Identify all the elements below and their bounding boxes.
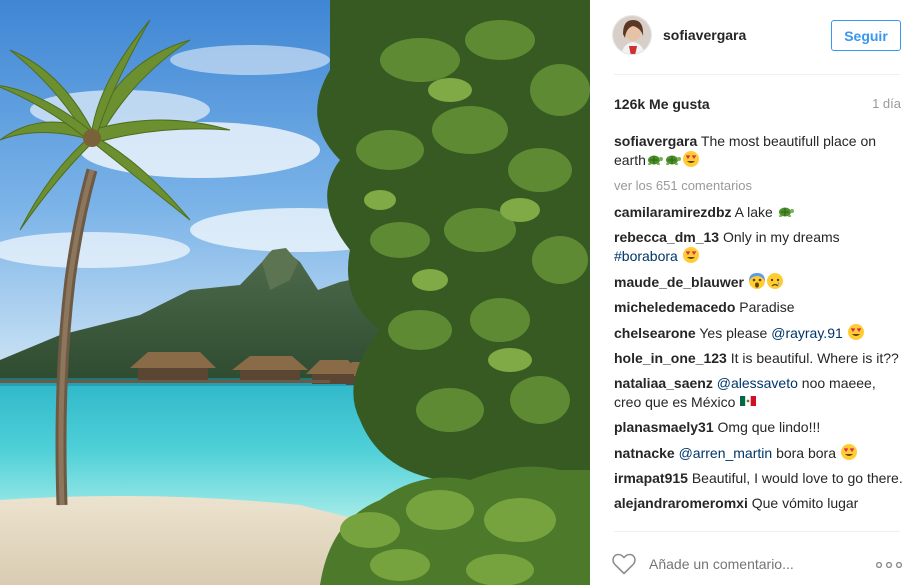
- comment-text: Yes please: [699, 325, 768, 341]
- likes-count[interactable]: 126k Me gusta: [614, 96, 710, 112]
- comment-item: rebecca_dm_13 Only in my dreams #borabor…: [614, 228, 903, 265]
- comment-item: nataliaa_saenz @alessaveto noo maeee, cr…: [614, 374, 903, 411]
- comment-username[interactable]: irmapat915: [614, 470, 688, 486]
- comment-username[interactable]: planasmaely31: [614, 419, 714, 435]
- comment-text: bora bora: [776, 445, 836, 461]
- comment-item: planasmaely31 Omg que lindo!!!: [614, 418, 903, 436]
- comment-item: chelsearone Yes please @rayray.91: [614, 323, 903, 342]
- heart-eyes-emoji: [840, 444, 857, 460]
- comment-text: Omg que lindo!!!: [717, 419, 821, 435]
- comment-text: Beautiful, I would love to go there.: [691, 470, 903, 486]
- comment-item: natnacke @arren_martin bora bora: [614, 443, 903, 462]
- comment-username[interactable]: micheledemacedo: [614, 299, 735, 315]
- post-photo[interactable]: [0, 0, 590, 585]
- comment-username[interactable]: hole_in_one_123: [614, 350, 727, 366]
- comment-mention-link[interactable]: @rayray.91: [771, 325, 843, 341]
- comment-container: camilaramirezdbz A lake rebecca_dm_13 On…: [614, 202, 903, 512]
- comment-item: alejandraromeromxi Que vómito lugar: [614, 494, 903, 512]
- heart-eyes-emoji: [847, 324, 864, 340]
- comment-text: Que vómito lugar: [751, 495, 859, 511]
- comment-text: It is beautiful. Where is it??: [730, 350, 899, 366]
- instagram-post: sofiavergara Seguir 126k Me gusta 1 día …: [0, 0, 914, 585]
- comment-hashtag-link[interactable]: #borabora: [614, 248, 678, 264]
- turtle-emoji: [647, 155, 663, 165]
- avatar[interactable]: [612, 15, 652, 55]
- comment-mention-link[interactable]: @arren_martin: [679, 445, 773, 461]
- heart-outline-icon[interactable]: [612, 553, 636, 575]
- caption-username[interactable]: sofiavergara: [614, 133, 697, 149]
- ellipsis-icon[interactable]: [876, 562, 902, 568]
- heart-eyes-emoji: [682, 151, 699, 167]
- cry-emoji: [766, 273, 783, 289]
- header-divider: [614, 74, 900, 75]
- post-timestamp[interactable]: 1 día: [872, 96, 901, 111]
- comment-mention-link[interactable]: @alessaveto: [717, 375, 798, 391]
- post-header: sofiavergara Seguir: [590, 0, 914, 74]
- scream-emoji: [748, 273, 765, 289]
- comment-username[interactable]: rebecca_dm_13: [614, 229, 719, 245]
- follow-button[interactable]: Seguir: [831, 20, 901, 51]
- comment-username[interactable]: alejandraromeromxi: [614, 495, 748, 511]
- comment-text: A lake: [734, 204, 773, 220]
- caption-emojis: [646, 151, 700, 168]
- post-caption: sofiavergara The most beautifull place o…: [614, 132, 903, 169]
- heart-eyes-emoji: [682, 247, 699, 263]
- comment-item: hole_in_one_123 It is beautiful. Where i…: [614, 349, 903, 367]
- comment-username[interactable]: camilaramirezdbz: [614, 204, 732, 220]
- profile-picture: [613, 16, 651, 54]
- post-side-panel: sofiavergara Seguir 126k Me gusta 1 día …: [590, 0, 914, 585]
- mexico-flag-emoji: [740, 396, 757, 406]
- comment-username[interactable]: natnacke: [614, 445, 675, 461]
- comment-item: maude_de_blauwer: [614, 272, 903, 291]
- turtle-emoji: [665, 155, 681, 165]
- comment-item: camilaramirezdbz A lake: [614, 202, 903, 221]
- comment-item: micheledemacedo Paradise: [614, 298, 903, 316]
- comment-username[interactable]: chelsearone: [614, 325, 696, 341]
- view-all-comments-link[interactable]: ver los 651 comentarios: [614, 177, 903, 195]
- add-comment-bar: [590, 532, 914, 585]
- comment-item: irmapat915 Beautiful, I would love to go…: [614, 469, 903, 487]
- comments-list[interactable]: sofiavergara The most beautifull place o…: [614, 132, 903, 530]
- post-meta: 126k Me gusta 1 día: [614, 96, 901, 114]
- comment-text: Paradise: [739, 299, 795, 315]
- comment-input[interactable]: [649, 556, 859, 572]
- comment-text: Only in my dreams: [722, 229, 840, 245]
- bora-bora-beach-image: [0, 0, 590, 585]
- post-author-username[interactable]: sofiavergara: [663, 27, 746, 43]
- comment-username[interactable]: maude_de_blauwer: [614, 274, 744, 290]
- comment-username[interactable]: nataliaa_saenz: [614, 375, 713, 391]
- turtle-emoji: [778, 207, 794, 217]
